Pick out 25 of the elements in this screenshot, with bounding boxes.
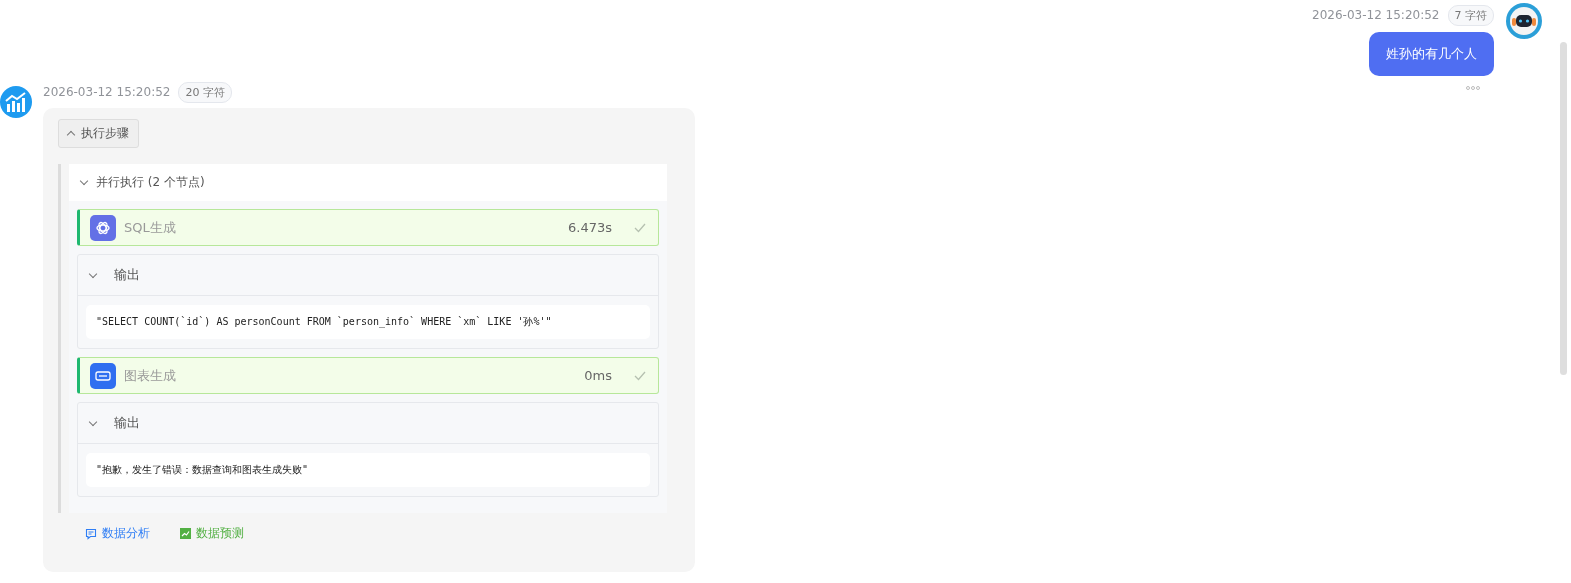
node-name: SQL生成 xyxy=(124,218,177,237)
action-link[interactable]: 数据分析 xyxy=(85,525,150,542)
message-time: 2026-03-12 15:20:52 xyxy=(1312,8,1440,22)
ai-node-icon xyxy=(90,214,116,241)
parallel-header[interactable]: 并行执行 (2 个节点) xyxy=(69,164,667,201)
line-chart-icon xyxy=(180,528,191,539)
node-duration: 0ms xyxy=(584,368,612,383)
comment-icon xyxy=(85,527,97,540)
node-row[interactable]: SQL生成 6.473s xyxy=(77,209,659,246)
output-header[interactable]: 输出 xyxy=(78,255,658,296)
output-text: "SELECT COUNT(`id`) AS personCount FROM `person_info` WHERE `xm` LIKE '孙%'" xyxy=(86,305,650,339)
user-message-bubble: 姓孙的有几个人 xyxy=(1369,32,1494,76)
node-name: 图表生成 xyxy=(124,366,177,385)
node-row[interactable]: 图表生成 0ms xyxy=(77,357,659,394)
robot-avatar-icon xyxy=(1506,3,1542,39)
output-header[interactable]: 输出 xyxy=(78,403,658,444)
scrollbar[interactable] xyxy=(1560,42,1567,375)
message-time: 2026-03-12 15:20:52 xyxy=(43,85,171,99)
more-icon[interactable] xyxy=(1466,86,1480,90)
char-count-badge: 7 字符 xyxy=(1447,4,1494,26)
code-node-icon xyxy=(90,362,116,389)
steps-toggle-button[interactable]: 执行步骤 xyxy=(58,119,139,148)
char-count-badge: 20 字符 xyxy=(178,81,232,103)
node-duration: 6.473s xyxy=(568,220,612,235)
output-text: "抱歉，发生了错误：数据查询和图表生成失败" xyxy=(86,453,650,487)
